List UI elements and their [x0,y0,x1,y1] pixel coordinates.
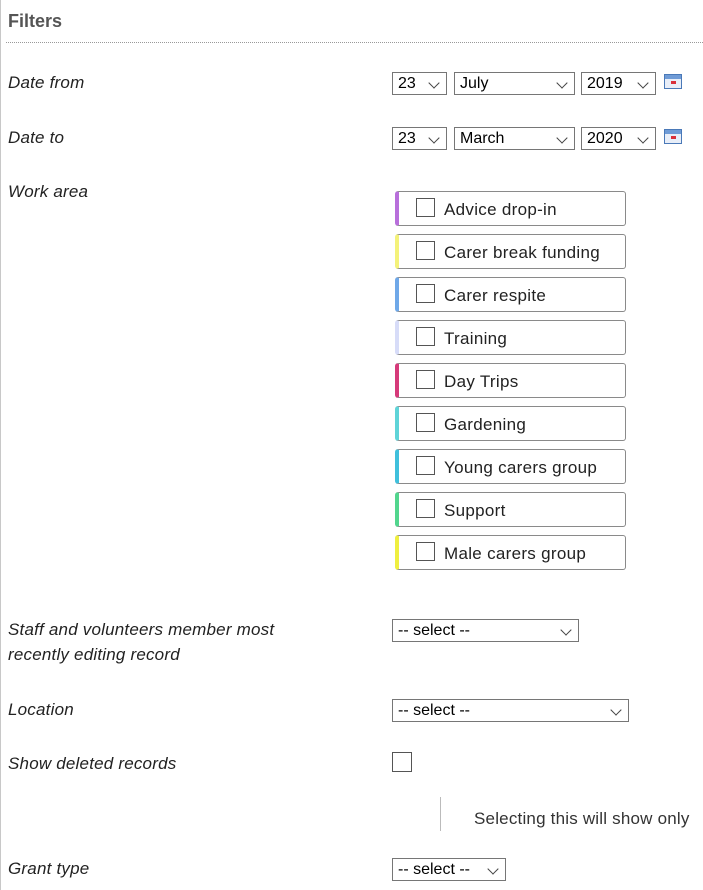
checkbox[interactable] [416,456,435,475]
staff-label-line1: Staff and volunteers member most [8,620,275,639]
date-to-day-value: 23 [398,130,416,147]
work-area-option[interactable]: Young carers group [395,449,626,484]
date-from-month-value: July [460,75,489,92]
date-to-month-value: March [460,130,505,147]
checkbox[interactable] [416,198,435,217]
show-deleted-label: Show deleted records [8,754,177,773]
work-area-option-label: Support [444,501,506,520]
chevron-down-icon [556,132,568,144]
date-to-year-value: 2020 [587,130,623,147]
location-label: Location [8,700,74,719]
date-to-year-select[interactable]: 2020 [581,127,656,150]
left-border [0,0,1,890]
work-area-option-label: Carer break funding [444,243,600,262]
calendar-icon[interactable] [664,74,682,89]
location-select-value: -- select -- [398,702,470,719]
chevron-down-icon [637,132,649,144]
divider [6,42,703,43]
chevron-down-icon [637,77,649,89]
date-from-month-select[interactable]: July [454,72,575,95]
note-divider [440,797,441,831]
work-area-option[interactable]: Day Trips [395,363,626,398]
date-to-month-select[interactable]: March [454,127,575,150]
show-deleted-note: Selecting this will show only [474,809,690,828]
checkbox[interactable] [416,499,435,518]
work-area-option[interactable]: Carer respite [395,277,626,312]
grant-type-select[interactable]: -- select -- [392,858,506,881]
staff-select-value: -- select -- [398,622,470,639]
work-area-option[interactable]: Support [395,492,626,527]
calendar-icon[interactable] [664,129,682,144]
staff-label-line2: recently editing record [8,645,180,664]
date-to-label: Date to [8,128,65,147]
date-from-year-select[interactable]: 2019 [581,72,656,95]
work-area-label: Work area [8,182,89,201]
checkbox[interactable] [416,284,435,303]
work-area-option[interactable]: Gardening [395,406,626,441]
work-area-option-label: Training [444,329,508,348]
chevron-down-icon [428,77,440,89]
chevron-down-icon [610,704,622,716]
work-area-option[interactable]: Advice drop-in [395,191,626,226]
checkbox[interactable] [416,241,435,260]
date-from-day-select[interactable]: 23 [392,72,447,95]
date-from-label: Date from [8,73,85,92]
work-area-option-label: Carer respite [444,286,547,305]
work-area-option-label: Day Trips [444,372,519,391]
grant-type-select-value: -- select -- [398,861,470,878]
chevron-down-icon [560,624,572,636]
grant-type-label: Grant type [8,859,90,878]
page-title: Filters [8,11,63,31]
work-area-option-label: Gardening [444,415,527,434]
show-deleted-checkbox[interactable] [392,752,412,772]
checkbox[interactable] [416,413,435,432]
location-select[interactable]: -- select -- [392,699,629,722]
work-area-option[interactable]: Male carers group [395,535,626,570]
staff-label: Staff and volunteers member most recentl… [8,617,274,667]
date-from-day-value: 23 [398,75,416,92]
chevron-down-icon [487,863,499,875]
work-area-option-label: Male carers group [444,544,587,563]
date-to-day-select[interactable]: 23 [392,127,447,150]
work-area-option[interactable]: Training [395,320,626,355]
checkbox[interactable] [416,370,435,389]
chevron-down-icon [428,132,440,144]
staff-select[interactable]: -- select -- [392,619,579,642]
work-area-option[interactable]: Carer break funding [395,234,626,269]
date-from-year-value: 2019 [587,75,623,92]
work-area-option-label: Young carers group [444,458,598,477]
checkbox[interactable] [416,542,435,561]
work-area-option-label: Advice drop-in [444,200,557,219]
checkbox[interactable] [416,327,435,346]
chevron-down-icon [556,77,568,89]
